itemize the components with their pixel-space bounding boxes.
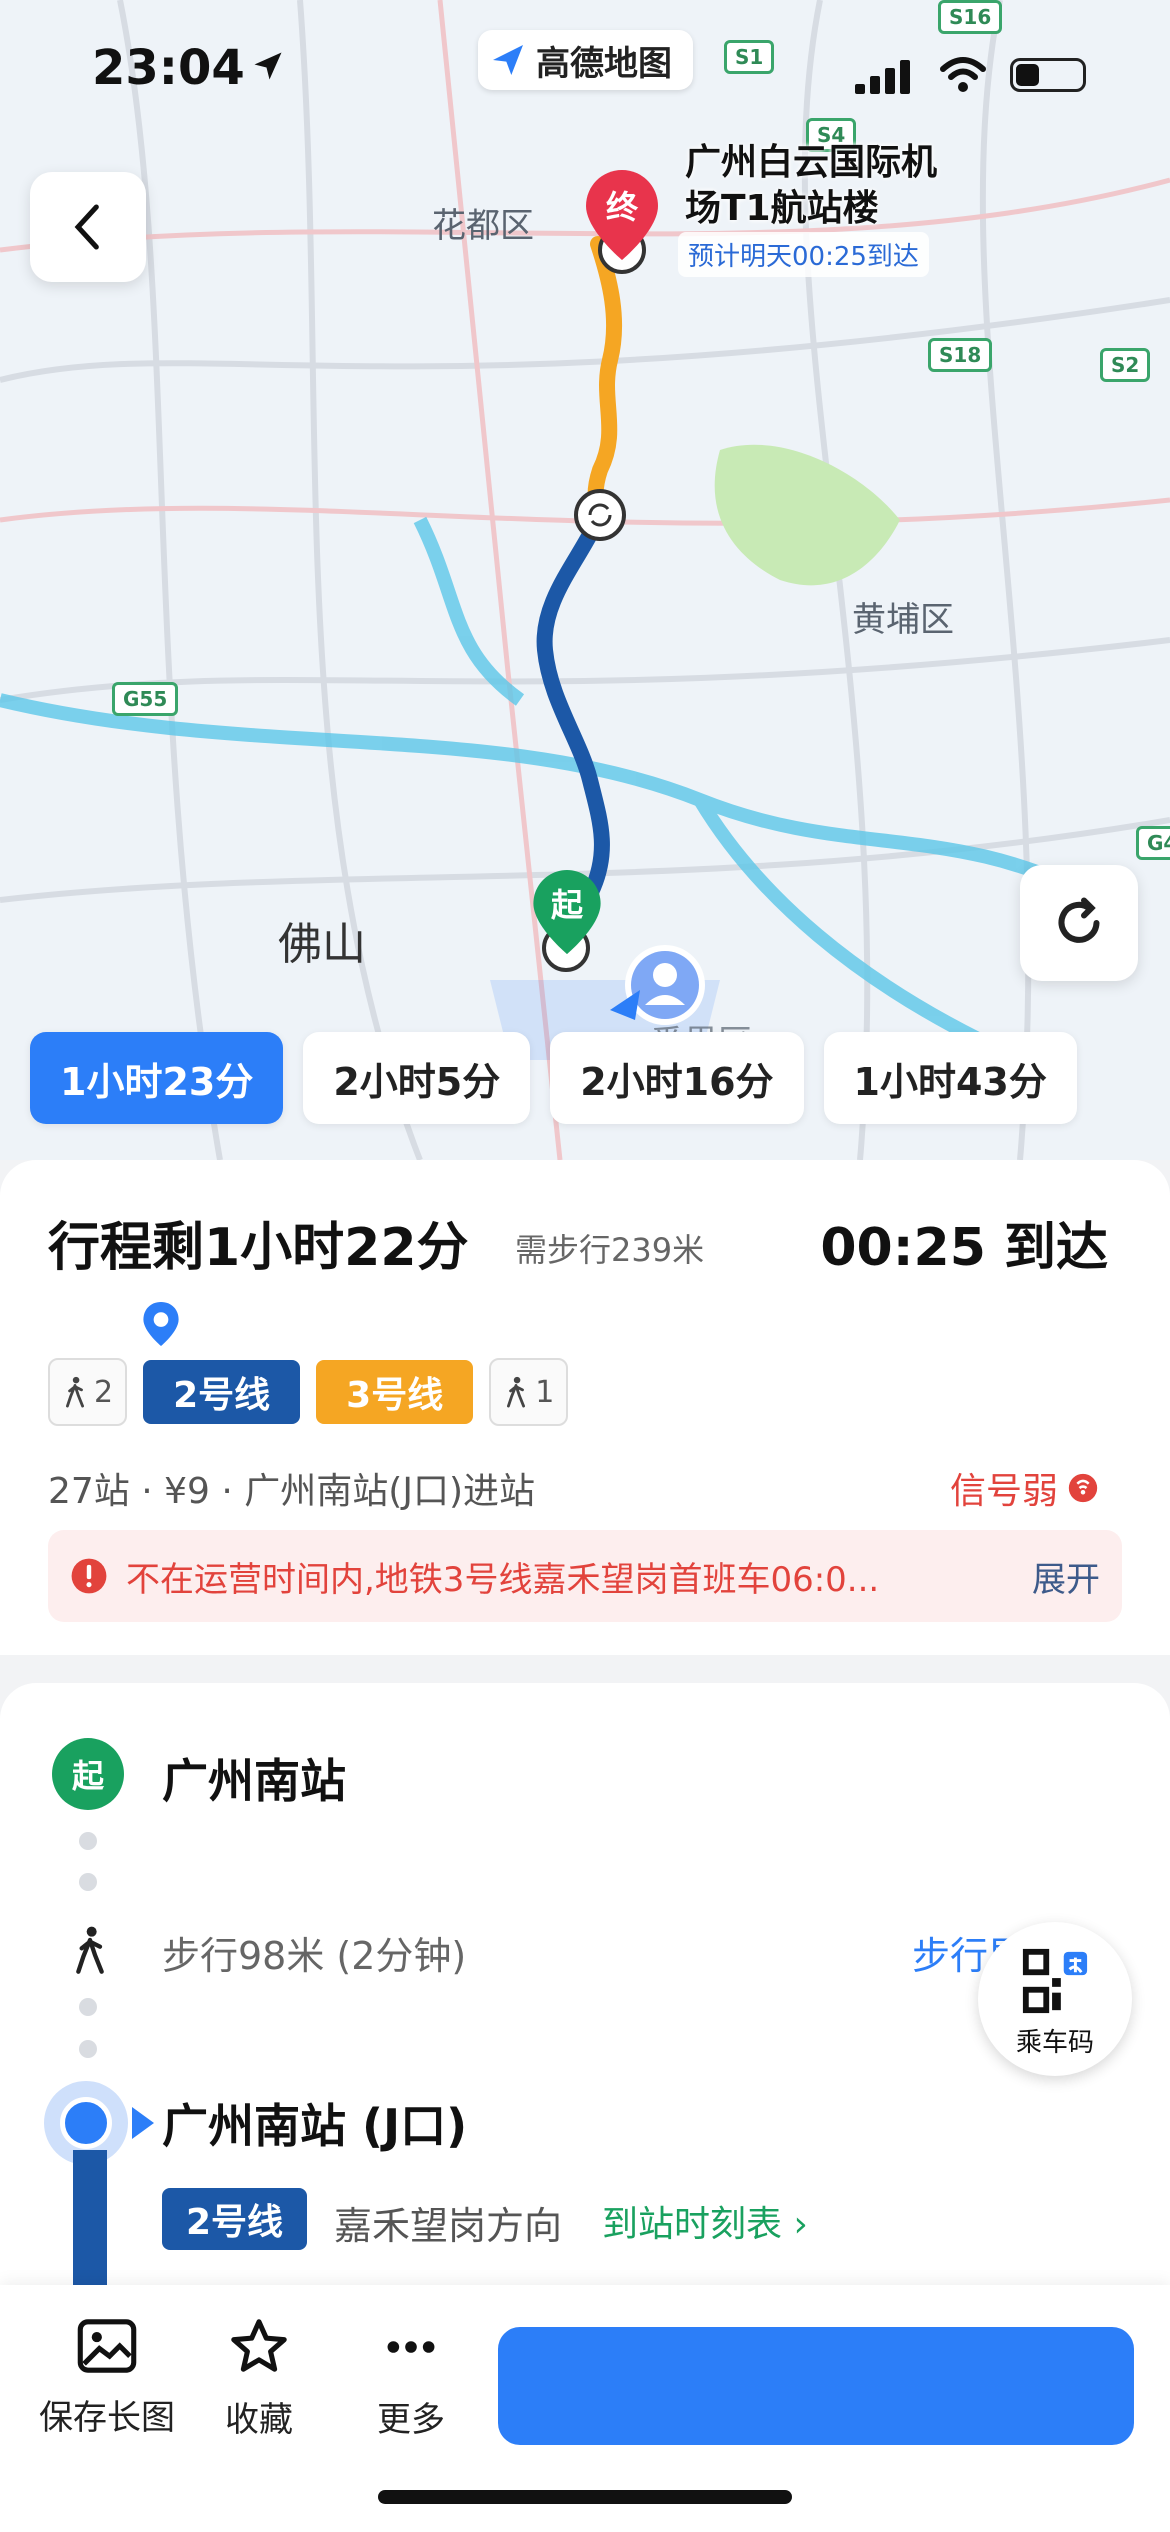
battery-icon (1010, 58, 1086, 92)
save-image-label: 保存长图 (39, 2398, 175, 2438)
more-button[interactable]: 更多 (336, 2318, 486, 2441)
amap-logo-icon (493, 45, 523, 75)
more-label: 更多 (377, 2400, 445, 2440)
road-shield: S2 (1100, 348, 1151, 382)
road-shield: S1 (724, 40, 775, 74)
start-badge: 起 (52, 1738, 124, 1810)
refresh-button[interactable] (1020, 865, 1138, 981)
cellular-signal-icon (855, 58, 915, 98)
route-tab-1[interactable]: 1小时23分 (30, 1032, 284, 1124)
road-shield: S18 (928, 338, 993, 372)
destination-pin-label: 终 (605, 188, 638, 226)
route-tab-4[interactable]: 1小时43分 (823, 1032, 1077, 1124)
map-view[interactable]: 花都区 黄埔区 佛山 番禺区 S1 S16 S4 S18 S2 G55 G4 终… (0, 0, 1170, 1160)
trip-remaining: 行程剩1小时22分 (48, 1218, 469, 1278)
route-tab-3[interactable]: 2小时16分 (550, 1032, 804, 1124)
line-3-chip: 3号线 (316, 1360, 474, 1424)
favorite-label: 收藏 (225, 2400, 293, 2440)
service-notice[interactable]: 不在运营时间内,地铁3号线嘉禾望岗首班车06:0... 展开 (48, 1530, 1122, 1622)
favorite-button[interactable]: 收藏 (184, 2318, 334, 2441)
walk-icon (66, 1376, 84, 1408)
line-2-chip: 2号线 (143, 1360, 301, 1424)
ride-code-button[interactable]: 乘车码 (978, 1922, 1132, 2076)
chevron-left-icon (74, 204, 99, 250)
map-label-foshan: 佛山 (278, 919, 366, 970)
signal-weak-icon (1068, 1473, 1098, 1503)
destination-eta: 预计明天00:25到达 (678, 232, 929, 277)
walk-segment-count: 2 (94, 1374, 114, 1410)
timeline-dot (79, 1998, 97, 2016)
app-logo-text: 高德地图 (536, 43, 672, 84)
notice-expand-button[interactable]: 展开 (1032, 1552, 1100, 1601)
line-direction: 嘉禾望岗方向 (334, 2204, 563, 2248)
walk-icon (70, 1925, 110, 1979)
weak-signal-label: 信号弱 (949, 1471, 1058, 1512)
timeline-dot (79, 2040, 97, 2058)
status-time: 23:04 (92, 40, 245, 96)
current-position-arrow-icon (132, 2107, 154, 2139)
route-tab-2[interactable]: 2小时5分 (303, 1032, 531, 1124)
route-meta: 27站 · ¥9 · 广州南站(J口)进站 (48, 1471, 535, 1512)
alert-icon (71, 1558, 107, 1594)
walk-segment-chip: 1 (489, 1358, 569, 1426)
start-station-name: 广州南站 (162, 1754, 346, 1808)
location-arrow-icon (250, 48, 286, 88)
home-indicator (378, 2490, 792, 2504)
map-canvas (0, 0, 1170, 1160)
ride-code-label: 乘车码 (1015, 2028, 1094, 2058)
arrival-timetable-link[interactable]: 到站时刻表 › (602, 2195, 808, 2247)
star-icon (231, 2319, 287, 2372)
walk-step-text: 步行98米 (2分钟) (162, 1934, 467, 1978)
route-segments: 2 2号线 3号线 1 (48, 1358, 569, 1426)
notice-text: 不在运营时间内,地铁3号线嘉禾望岗首班车06:0... (126, 1559, 880, 1600)
save-image-button[interactable]: 保存长图 (32, 2318, 182, 2439)
refresh-icon (1058, 897, 1100, 943)
timeline-dot (79, 1832, 97, 1850)
qr-code-icon (1022, 1948, 1088, 2014)
walk-segment-count: 1 (535, 1374, 555, 1410)
destination-name: 广州白云国际机 场T1航站楼 (685, 140, 937, 232)
start-pin-label: 起 (550, 886, 583, 924)
destination-name-line2: 场T1航站楼 (685, 188, 879, 229)
route-options: 1小时23分 2小时5分 2小时16分 1小时43分 (30, 1032, 1077, 1124)
road-shield: G4 (1136, 826, 1170, 860)
walk-segment-chip: 2 (48, 1358, 128, 1426)
location-pin-icon (143, 1302, 179, 1350)
app-logo: 高德地图 (478, 30, 693, 90)
timeline-dot (79, 1873, 97, 1891)
map-label-huangpu: 黄埔区 (852, 600, 954, 640)
back-button[interactable] (30, 172, 146, 282)
destination-name-line1: 广州白云国际机 (685, 142, 938, 183)
boarding-station-name: 广州南站 (J口) (162, 2099, 468, 2153)
start-navigation-button[interactable] (498, 2327, 1134, 2445)
arrival-time: 00:25 到达 (820, 1218, 1108, 1278)
walk-icon (507, 1376, 526, 1408)
line-2-badge: 2号线 (162, 2188, 308, 2250)
map-label-huadu: 花都区 (432, 206, 534, 246)
road-shield: G55 (112, 682, 179, 716)
image-icon (77, 2319, 137, 2373)
road-shield: S16 (938, 0, 1003, 34)
wifi-icon (938, 55, 988, 99)
walk-distance: 需步行239米 (515, 1231, 705, 1269)
more-icon (387, 2341, 435, 2353)
weak-signal-indicator[interactable]: 信号弱 (950, 1462, 1100, 1514)
